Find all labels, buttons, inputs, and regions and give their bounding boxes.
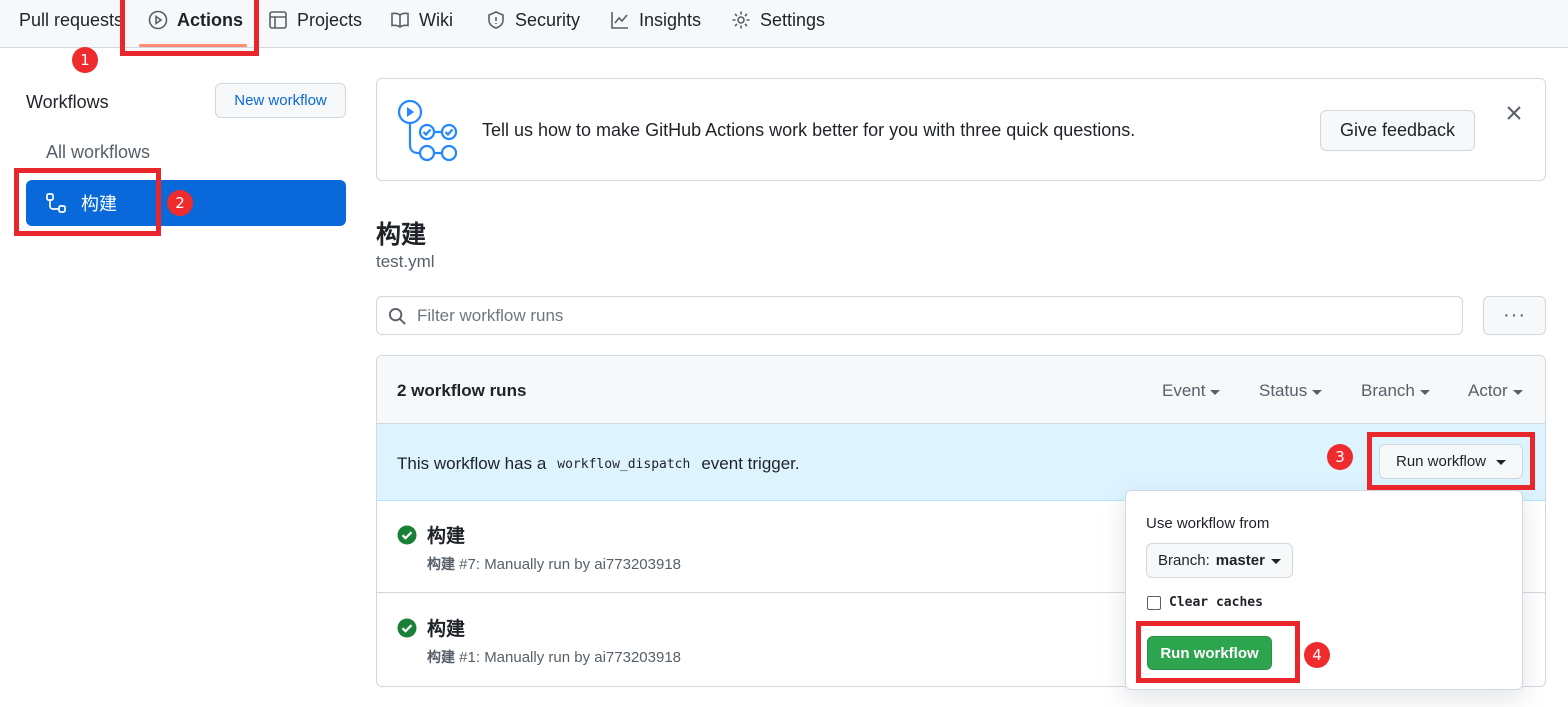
- gear-icon: [732, 11, 750, 29]
- book-icon: [391, 12, 409, 28]
- use-workflow-from-label: Use workflow from: [1146, 515, 1270, 532]
- filter-branch-dropdown[interactable]: Branch: [1361, 381, 1430, 401]
- run-workflow-name: 构建: [427, 650, 455, 666]
- table-icon: [269, 11, 287, 29]
- dispatch-code: workflow_dispatch: [557, 456, 691, 472]
- tab-label: Wiki: [419, 9, 453, 30]
- annotation-badge-4: 4: [1304, 642, 1330, 668]
- run-workflow-dropdown-button[interactable]: Run workflow: [1379, 444, 1523, 479]
- repo-nav: Pull requests Actions Projects Wiki Secu…: [0, 0, 1568, 48]
- dispatch-text: This workflow has a workflow_dispatch ev…: [397, 454, 800, 474]
- run-workflow-button[interactable]: Run workflow: [1147, 636, 1272, 670]
- run-title[interactable]: 构建: [427, 614, 465, 641]
- filter-label: Actor: [1468, 381, 1508, 400]
- clear-caches-option[interactable]: Clear caches: [1147, 595, 1263, 610]
- workflow-icon: [46, 193, 66, 213]
- more-options-button[interactable]: ···: [1483, 296, 1546, 335]
- tab-label: Projects: [297, 9, 363, 30]
- check-circle-icon: [397, 525, 417, 545]
- filter-event-dropdown[interactable]: Event: [1162, 381, 1221, 401]
- run-meta: 构建 #1: Manually run by ai773203918: [427, 647, 681, 667]
- run-meta-text: #1: Manually run by ai773203918: [459, 649, 682, 666]
- tab-label: Security: [515, 9, 581, 30]
- tab-label: Actions: [177, 9, 244, 30]
- caret-down-icon: [1419, 389, 1430, 395]
- branch-prefix: Branch:: [1158, 552, 1210, 569]
- dispatch-prefix: This workflow has a: [397, 454, 547, 473]
- filter-actor-dropdown[interactable]: Actor: [1468, 381, 1523, 401]
- sidebar-title: Workflows: [26, 92, 109, 112]
- branch-select[interactable]: Branch: master: [1146, 543, 1293, 578]
- tab-label: Settings: [760, 9, 826, 30]
- run-meta: 构建 #7: Manually run by ai773203918: [427, 554, 681, 574]
- run-workflow-name: 构建: [427, 557, 455, 573]
- tab-security[interactable]: Security: [486, 0, 580, 40]
- caret-down-icon: [1270, 559, 1281, 564]
- search-icon: [388, 307, 406, 325]
- filter-label: Status: [1259, 381, 1308, 400]
- runs-header: 2 workflow runs Event Status Branch Acto…: [377, 356, 1545, 424]
- feedback-banner: Tell us how to make GitHub Actions work …: [376, 78, 1546, 181]
- check-circle-icon: [397, 618, 417, 638]
- actions-illustration-icon: [397, 99, 458, 162]
- graph-icon: [611, 12, 628, 29]
- tab-wiki[interactable]: Wiki: [390, 0, 453, 40]
- clear-caches-label: Clear caches: [1169, 595, 1263, 610]
- close-icon[interactable]: [1504, 103, 1524, 123]
- tab-label: Pull requests: [19, 9, 124, 30]
- caret-down-icon: [1496, 460, 1507, 465]
- filter-status-dropdown[interactable]: Status: [1259, 381, 1323, 401]
- active-tab-underline: [139, 44, 247, 47]
- caret-down-icon: [1512, 389, 1523, 395]
- filter-workflow-runs: [376, 296, 1463, 335]
- sidebar-item-label: 构建: [81, 194, 117, 215]
- filter-label: Branch: [1361, 381, 1415, 400]
- page-title: 构建: [376, 220, 427, 249]
- branch-value: master: [1215, 552, 1265, 569]
- tab-projects[interactable]: Projects: [268, 0, 362, 40]
- run-meta-text: #7: Manually run by ai773203918: [459, 556, 682, 573]
- feedback-text: Tell us how to make GitHub Actions work …: [482, 120, 1136, 140]
- annotation-badge-1: 1: [72, 47, 98, 73]
- new-workflow-button[interactable]: New workflow: [215, 83, 346, 118]
- caret-down-icon: [1312, 389, 1323, 395]
- shield-icon: [488, 11, 504, 29]
- workflow-file-link[interactable]: test.yml: [376, 252, 435, 272]
- tab-pull-requests[interactable]: Pull requests: [0, 0, 123, 40]
- filter-label: Event: [1162, 381, 1206, 400]
- tab-settings[interactable]: Settings: [731, 0, 825, 40]
- clear-caches-checkbox[interactable]: [1147, 595, 1161, 610]
- dispatch-suffix: event trigger.: [701, 454, 800, 473]
- sidebar-item-all-workflows[interactable]: All workflows: [46, 142, 150, 163]
- play-icon: [148, 10, 168, 30]
- search-input[interactable]: [417, 297, 1457, 334]
- tab-actions[interactable]: Actions: [148, 0, 243, 40]
- give-feedback-button[interactable]: Give feedback: [1320, 110, 1475, 151]
- run-workflow-label: Run workflow: [1395, 453, 1487, 470]
- annotation-badge-2: 2: [167, 190, 193, 216]
- annotation-badge-3: 3: [1327, 444, 1353, 470]
- pull-request-icon: [0, 10, 10, 30]
- caret-down-icon: [1210, 389, 1221, 395]
- tab-label: Insights: [639, 9, 702, 30]
- run-title[interactable]: 构建: [427, 521, 465, 548]
- runs-count: 2 workflow runs: [397, 381, 527, 400]
- tab-insights[interactable]: Insights: [610, 0, 701, 40]
